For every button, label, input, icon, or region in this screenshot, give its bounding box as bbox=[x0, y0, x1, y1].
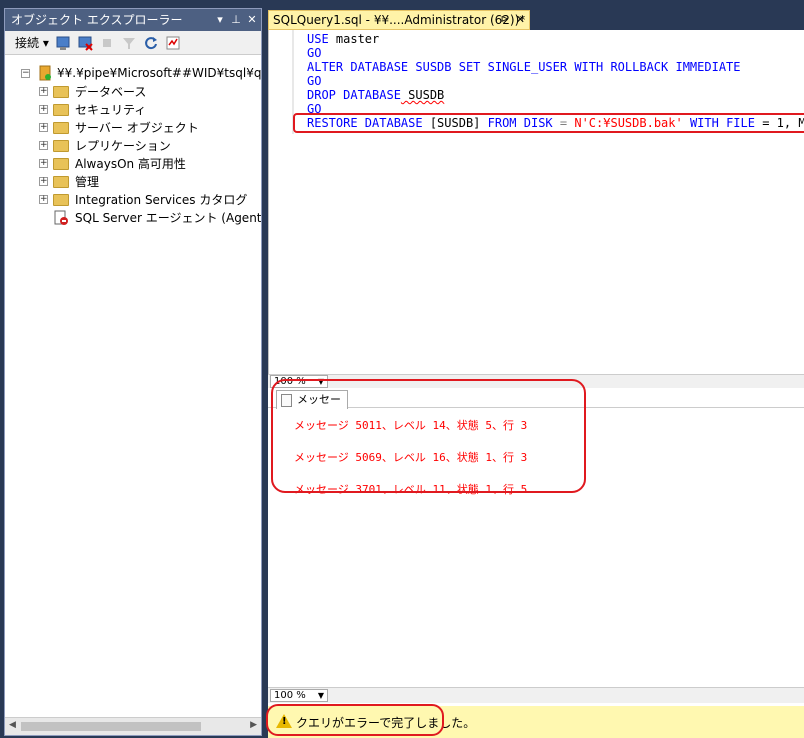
filter-icon bbox=[121, 35, 137, 51]
code-line: ALTER DATABASE SUSDB SET SINGLE_USER WIT… bbox=[307, 60, 741, 74]
tree-item-databases[interactable]: + データベース bbox=[5, 83, 261, 101]
expand-icon[interactable]: + bbox=[39, 123, 48, 132]
tree-root-label: ¥¥.¥pipe¥Microsoft##WID¥tsql¥query ( bbox=[57, 66, 261, 80]
tree-item-label: SQL Server エージェント (Agent XPs が bbox=[75, 211, 261, 225]
query-status-bar: クエリがエラーで完了しました。 bbox=[268, 706, 804, 738]
messages-pane: メッセージ 5011、レベル 14、状態 5、行 3 メッセージ 5069、レベ… bbox=[268, 409, 804, 695]
expand-icon[interactable]: + bbox=[39, 195, 48, 204]
folder-icon bbox=[53, 176, 69, 188]
results-zoom-bar: 100 % ▼ bbox=[268, 687, 804, 703]
tree-item-server-objects[interactable]: + サーバー オブジェクト bbox=[5, 119, 261, 137]
refresh-icon[interactable] bbox=[143, 35, 159, 51]
tab-title: SQLQuery1.sql - ¥¥....Administrator (62)… bbox=[273, 13, 526, 27]
tree-item-label: Integration Services カタログ bbox=[75, 193, 248, 207]
server-icon bbox=[37, 65, 53, 81]
code-line: GO bbox=[307, 102, 322, 116]
folder-icon bbox=[53, 104, 69, 116]
stop-icon bbox=[99, 35, 115, 51]
warning-icon bbox=[276, 714, 292, 728]
tree-item-label: AlwaysOn 高可用性 bbox=[75, 157, 186, 171]
status-text: クエリがエラーで完了しました。 bbox=[296, 716, 476, 730]
folder-icon bbox=[53, 194, 69, 206]
expand-icon[interactable]: + bbox=[39, 87, 48, 96]
error-message: メッセージ 5011、レベル 14、状態 5、行 3 bbox=[294, 419, 528, 432]
code-line-restore: RESTORE DATABASE [SUSDB] FROM DISK = N'C… bbox=[307, 116, 804, 130]
tab-sqlquery1[interactable]: SQLQuery1.sql - ¥¥....Administrator (62)… bbox=[268, 10, 530, 30]
tree-item-label: サーバー オブジェクト bbox=[75, 121, 199, 135]
tree-item-integration-services[interactable]: + Integration Services カタログ bbox=[5, 191, 261, 209]
document-icon bbox=[281, 394, 292, 407]
connect-object-icon[interactable] bbox=[55, 35, 71, 51]
scroll-right-icon[interactable]: ▶ bbox=[250, 720, 257, 730]
scroll-left-icon[interactable]: ◀ bbox=[9, 720, 16, 730]
pin-icon[interactable]: ⊥ bbox=[229, 9, 243, 31]
query-editor-panel: SQLQuery1.sql - ¥¥....Administrator (62)… bbox=[268, 8, 804, 738]
expand-icon[interactable]: + bbox=[39, 105, 48, 114]
code-line: USE master bbox=[307, 32, 380, 46]
window-position-icon[interactable]: ▾ bbox=[213, 9, 227, 31]
chevron-down-icon: ▼ bbox=[317, 691, 324, 700]
code-line: GO bbox=[307, 74, 322, 88]
object-explorer-toolbar: 接続 ▾ bbox=[5, 31, 261, 55]
activity-monitor-icon[interactable] bbox=[165, 35, 181, 51]
zoom-value: 100 % bbox=[274, 690, 306, 701]
object-explorer-title: オブジェクト エクスプローラー bbox=[11, 13, 183, 27]
folder-icon bbox=[53, 122, 69, 134]
object-explorer-tree: − ¥¥.¥pipe¥Microsoft##WID¥tsql¥query ( +… bbox=[5, 63, 261, 715]
collapse-icon[interactable]: − bbox=[21, 69, 30, 78]
editor-zoom-select[interactable]: 100 % ▼ bbox=[270, 375, 328, 388]
object-explorer-horizontal-scrollbar[interactable]: ◀ ▶ bbox=[5, 717, 261, 735]
folder-icon bbox=[53, 86, 69, 98]
code-editor[interactable]: USE master GO ALTER DATABASE SUSDB SET S… bbox=[268, 30, 804, 374]
scrollbar-thumb[interactable] bbox=[21, 722, 201, 731]
tree-item-label: レプリケーション bbox=[75, 139, 171, 153]
tree-item-sql-agent[interactable]: SQL Server エージェント (Agent XPs が bbox=[5, 209, 261, 227]
tab-messages[interactable]: メッセージ bbox=[276, 390, 348, 423]
connect-button[interactable]: 接続 ▾ bbox=[15, 34, 49, 51]
error-message: メッセージ 5069、レベル 16、状態 1、行 3 bbox=[294, 451, 528, 464]
results-tab-bar: メッセージ bbox=[268, 388, 804, 423]
document-tab-bar: SQLQuery1.sql - ¥¥....Administrator (62)… bbox=[268, 8, 804, 30]
code-line: DROP DATABASE SUSDB bbox=[307, 88, 445, 102]
disconnect-icon[interactable] bbox=[77, 35, 93, 51]
tree-item-label: データベース bbox=[75, 85, 147, 99]
tree-item-label: 管理 bbox=[75, 175, 100, 189]
expand-icon[interactable]: + bbox=[39, 141, 48, 150]
agent-icon bbox=[53, 210, 69, 226]
tree-item-replication[interactable]: + レプリケーション bbox=[5, 137, 261, 155]
chevron-down-icon: ▼ bbox=[317, 377, 324, 386]
tree-item-security[interactable]: + セキュリティ bbox=[5, 101, 261, 119]
tree-item-label: セキュリティ bbox=[75, 103, 147, 117]
tree-root-server[interactable]: − ¥¥.¥pipe¥Microsoft##WID¥tsql¥query ( bbox=[5, 63, 261, 83]
code-line: GO bbox=[307, 46, 322, 60]
expand-icon[interactable]: + bbox=[39, 159, 48, 168]
expand-icon[interactable]: + bbox=[39, 177, 48, 186]
code-margin bbox=[292, 30, 294, 134]
close-icon[interactable]: ✕ bbox=[245, 9, 259, 31]
editor-zoom-bar: 100 % ▼ bbox=[268, 374, 804, 388]
object-explorer-title-bar: オブジェクト エクスプローラー ▾ ⊥ ✕ bbox=[5, 9, 261, 31]
tab-pin-icon[interactable]: ⊳ bbox=[501, 11, 509, 29]
folder-icon bbox=[53, 140, 69, 152]
folder-icon bbox=[53, 158, 69, 170]
tree-item-alwayson[interactable]: + AlwaysOn 高可用性 bbox=[5, 155, 261, 173]
object-explorer-panel: オブジェクト エクスプローラー ▾ ⊥ ✕ 接続 ▾ − ¥¥.¥pipe¥Mi… bbox=[4, 8, 262, 736]
tree-item-management[interactable]: + 管理 bbox=[5, 173, 261, 191]
tab-close-icon[interactable]: ✕ bbox=[516, 11, 525, 29]
error-message: メッセージ 3701、レベル 11、状態 1、行 5 bbox=[294, 483, 528, 496]
results-zoom-select[interactable]: 100 % ▼ bbox=[270, 689, 328, 702]
zoom-value: 100 % bbox=[274, 376, 306, 387]
